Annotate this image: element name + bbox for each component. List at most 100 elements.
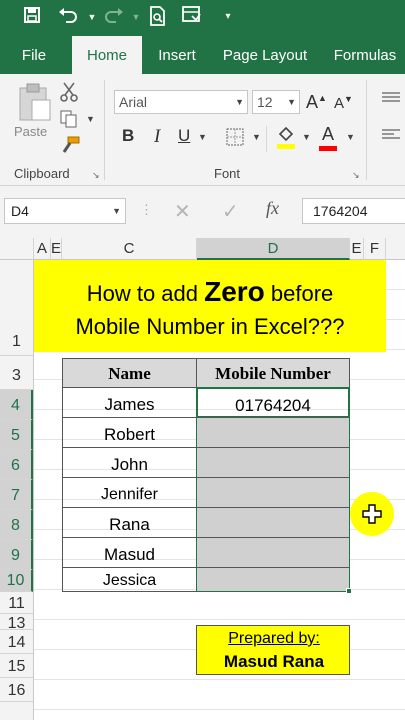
font-color-glyph: A <box>321 124 334 144</box>
grow-font-glyph: A <box>306 92 319 112</box>
formula-input[interactable]: 1764204 <box>302 198 405 224</box>
shrink-font-button[interactable]: A▼ <box>334 94 353 112</box>
underline-button[interactable]: U <box>178 126 190 146</box>
font-color-icon[interactable]: A <box>318 124 338 151</box>
underline-dropdown-icon[interactable]: ▼ <box>198 132 207 142</box>
customize-icon[interactable]: ▾ <box>216 6 240 28</box>
active-cell-d4[interactable]: 01764204 <box>196 387 350 418</box>
grow-font-button[interactable]: A▲ <box>306 92 327 113</box>
copy-dropdown-icon[interactable]: ▼ <box>86 114 95 124</box>
shrink-font-glyph: A <box>334 95 345 112</box>
undo-icon[interactable] <box>56 6 80 28</box>
select-all-corner[interactable] <box>0 238 34 260</box>
copy-icon[interactable] <box>60 110 80 133</box>
fill-color-icon[interactable] <box>276 124 296 155</box>
row-header-8[interactable]: 8 <box>0 510 33 540</box>
fill-color-dropdown-icon[interactable]: ▼ <box>302 132 311 142</box>
column-header-d[interactable]: D <box>197 238 350 260</box>
bold-button[interactable]: B <box>122 126 134 146</box>
table-cell-mobile[interactable] <box>196 477 350 508</box>
column-headers: A E C D E F <box>0 238 405 260</box>
table-cell-mobile[interactable] <box>196 447 350 478</box>
prepared-by-box: Prepared by: Masud Rana <box>196 625 350 675</box>
enter-icon[interactable]: ✓ <box>222 199 239 224</box>
row-header-5[interactable]: 5 <box>0 420 33 450</box>
font-size-value: 12 <box>257 94 273 110</box>
tab-page-layout[interactable]: Page Layout <box>216 36 314 74</box>
tab-home[interactable]: Home <box>72 36 142 74</box>
tab-insert[interactable]: Insert <box>150 36 204 74</box>
chevron-down-icon: ▼ <box>287 97 296 107</box>
font-size-combo[interactable]: 12 ▼ <box>252 90 300 114</box>
name-box[interactable]: D4 ▼ <box>4 198 126 224</box>
tab-file[interactable]: File <box>14 36 54 74</box>
borders-icon[interactable] <box>226 128 244 151</box>
row-header-6[interactable]: 6 <box>0 450 33 480</box>
save-icon[interactable] <box>20 6 44 28</box>
table-header-name[interactable]: Name <box>62 358 197 388</box>
table-cell-mobile[interactable] <box>196 537 350 568</box>
clipboard-launcher-icon[interactable]: ↘ <box>92 170 100 181</box>
table-cell-name[interactable]: Rana <box>62 507 197 538</box>
fill-handle[interactable] <box>346 588 352 594</box>
paste-icon[interactable] <box>16 82 52 127</box>
table-cell-name[interactable]: Masud <box>62 537 197 568</box>
banner-line-1-start: How to add <box>86 281 205 306</box>
tab-formulas[interactable]: Formulas <box>326 36 404 74</box>
font-group-label: Font <box>214 166 241 181</box>
row-header-15[interactable]: 15 <box>0 654 33 678</box>
table-cell-name[interactable]: Robert <box>62 417 197 448</box>
row-header-1[interactable]: 1 <box>0 322 33 356</box>
row-header-14[interactable]: 14 <box>0 630 33 654</box>
row-header-10[interactable]: 10 <box>0 570 33 592</box>
banner-line-1: How to add Zero before <box>34 276 386 308</box>
print-preview-icon[interactable] <box>146 6 170 28</box>
table-cell-mobile[interactable] <box>196 507 350 538</box>
title-banner: How to add Zero before Mobile Number in … <box>34 260 386 352</box>
column-header-b[interactable]: E <box>51 238 62 260</box>
formula-value: 1764204 <box>313 203 368 219</box>
column-header-f[interactable]: F <box>364 238 386 260</box>
redo-icon[interactable] <box>102 6 126 28</box>
down-arrow-icon: ▼ <box>344 94 353 104</box>
font-name-combo[interactable]: Arial ▼ <box>114 90 248 114</box>
chevron-down-icon: ▼ <box>112 206 121 216</box>
row-header-9[interactable]: 9 <box>0 540 33 570</box>
table-cell-name[interactable]: John <box>62 447 197 478</box>
column-header-a[interactable]: A <box>34 238 51 260</box>
font-name-value: Arial <box>119 94 148 110</box>
italic-button[interactable]: I <box>154 126 160 148</box>
cut-icon[interactable] <box>60 82 78 107</box>
font-color-dropdown-icon[interactable]: ▼ <box>346 132 355 142</box>
undo-dropdown-icon[interactable]: ▼ <box>80 6 104 28</box>
align-icon[interactable] <box>382 90 400 165</box>
form-icon[interactable] <box>180 6 204 28</box>
column-header-g[interactable] <box>386 238 405 260</box>
row-header-16[interactable]: 16 <box>0 678 33 702</box>
borders-dropdown-icon[interactable]: ▼ <box>252 132 261 142</box>
quick-access-toolbar: ▼ ▼ ▾ <box>0 0 405 36</box>
row-header-7[interactable]: 7 <box>0 480 33 510</box>
table-cell-mobile[interactable] <box>196 417 350 448</box>
table-cell-name[interactable]: James <box>62 387 197 418</box>
column-header-e[interactable]: E <box>350 238 364 260</box>
ribbon: Paste ▼ Clipboard ↘ Arial ▼ 12 ▼ A▲ A▼ B… <box>0 74 405 186</box>
row-header-11[interactable]: 11 <box>0 592 33 614</box>
format-painter-icon[interactable] <box>60 136 80 159</box>
redo-dropdown-icon[interactable]: ▼ <box>124 6 148 28</box>
row-header-13[interactable]: 13 <box>0 614 33 632</box>
cell-cursor-icon <box>362 504 382 529</box>
table-cell-name[interactable]: Jennifer <box>62 477 197 508</box>
table-cell-mobile[interactable] <box>196 567 350 592</box>
font-launcher-icon[interactable]: ↘ <box>352 170 360 181</box>
column-header-c[interactable]: C <box>62 238 197 260</box>
cancel-icon[interactable]: ✕ <box>174 199 191 224</box>
insert-function-button[interactable]: fx <box>266 198 279 219</box>
row-header-3[interactable]: 3 <box>0 360 33 390</box>
row-header-4[interactable]: 4 <box>0 390 33 420</box>
table-header-mobile[interactable]: Mobile Number <box>196 358 350 388</box>
paste-label[interactable]: Paste <box>14 124 47 139</box>
banner-line-1-end: before <box>264 281 334 306</box>
table-cell-name[interactable]: Jessica <box>62 567 197 592</box>
clipboard-group-label: Clipboard <box>14 166 70 181</box>
